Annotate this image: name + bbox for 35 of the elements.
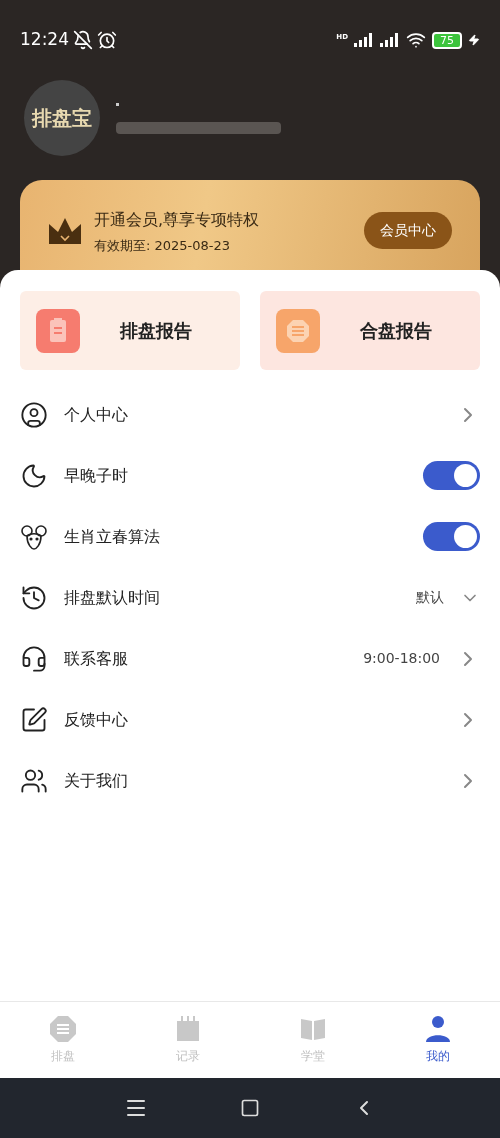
person-icon [20,400,48,429]
member-center-button[interactable]: 会员中心 [364,212,452,249]
menu-item[interactable]: 联系客服 9:00-18:00 [0,628,500,689]
report-card[interactable]: 合盘报告 [260,291,480,370]
clock-time: 12:24 [20,28,69,52]
person-icon [423,1015,452,1043]
menu-item[interactable]: 早晚子时 [0,445,500,506]
bell-off-icon [73,30,93,50]
document-icon [276,308,320,353]
mouse-icon [20,522,48,551]
menu-item[interactable]: 反馈中心 [0,689,500,750]
clipboard-icon [36,308,80,353]
menu-item[interactable]: 生肖立春算法 [0,506,500,567]
membership-title: 开通会员,尊享专项特权 [94,209,260,231]
redacted-name [116,102,119,106]
list-icon [48,1015,77,1043]
charging-icon [468,34,480,46]
battery-level: 75 [432,31,462,49]
alarm-icon [97,30,117,50]
avatar[interactable]: 排盘宝 [24,80,100,156]
toggle-switch[interactable] [423,461,480,490]
toggle-switch[interactable] [423,522,480,551]
nav-tab[interactable]: 我的 [375,1002,500,1078]
wifi-icon [406,30,426,50]
signal-icon [380,33,400,47]
menu-item[interactable]: 个人中心 [0,384,500,445]
signal-icon [354,33,374,47]
menu-item[interactable]: 排盘默认时间 默认 [0,567,500,628]
menu-item[interactable]: 关于我们 [0,750,500,811]
crown-icon [48,216,82,246]
expiry-date: 有效期至: 2025-08-23 [94,237,232,255]
home-icon[interactable] [240,1098,260,1118]
edit-icon [20,705,48,734]
report-card[interactable]: 排盘报告 [20,291,240,370]
headset-icon [20,644,48,673]
